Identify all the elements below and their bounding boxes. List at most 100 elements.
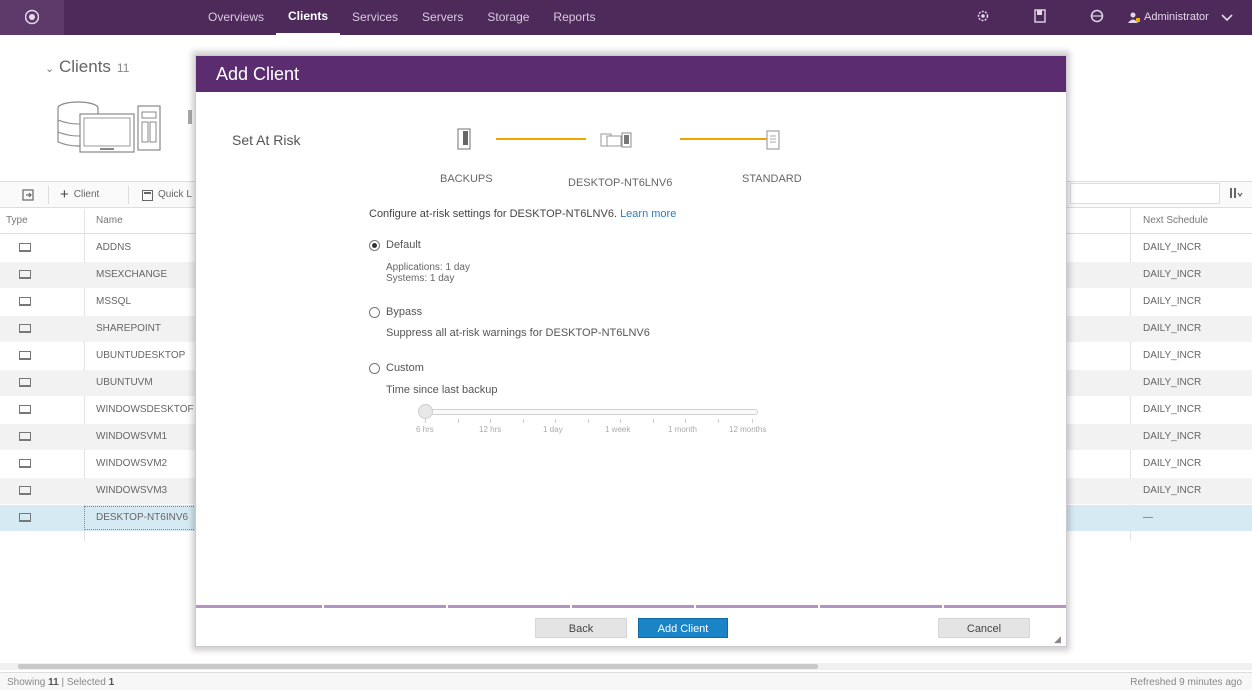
custom-radio[interactable]	[369, 362, 380, 374]
selected-count: 1	[108, 677, 115, 688]
slider-tick	[752, 419, 753, 423]
computer-icon	[19, 432, 31, 441]
slider-tick	[490, 419, 491, 423]
slider-tick	[458, 419, 459, 423]
add-client-label: Client	[73, 189, 100, 200]
add-client-submit-button[interactable]: Add Client	[638, 618, 728, 638]
computer-icon	[19, 513, 31, 522]
main-nav: Overviews Clients Services Servers Stora…	[196, 0, 607, 35]
client-name: SHAREPOINT	[96, 323, 162, 334]
quick-label: Quick L	[158, 189, 192, 200]
option-custom[interactable]: Custom	[369, 362, 424, 374]
dialog-header: Add Client	[196, 56, 1066, 92]
backups-server-icon	[457, 128, 471, 150]
next-schedule: DAILY_INCR	[1143, 242, 1202, 253]
client-name: MSEXCHANGE	[96, 269, 168, 280]
column-header-next-schedule[interactable]: Next Schedule	[1143, 215, 1208, 226]
computer-icon	[19, 486, 31, 495]
default-details: Applications: 1 day Systems: 1 day	[386, 262, 470, 284]
slider-tick	[653, 419, 654, 423]
next-schedule: DAILY_INCR	[1143, 377, 1202, 388]
app-logo[interactable]	[0, 0, 64, 35]
slider-tick	[588, 419, 589, 423]
add-client-dialog: Add Client Set At Risk BACKUPS DESKTOP-N…	[195, 55, 1067, 647]
tick-label: 1 day	[543, 425, 563, 434]
column-header-name[interactable]: Name	[96, 215, 123, 226]
custom-label: Custom	[386, 362, 424, 374]
next-schedule: DAILY_INCR	[1143, 350, 1202, 361]
step-connector	[496, 138, 586, 140]
resize-grip-icon[interactable]: ◢	[1054, 634, 1061, 645]
step-client-name: DESKTOP-NT6LNV6	[568, 177, 673, 189]
page-title[interactable]: ⌄ Clients 11	[45, 57, 129, 77]
option-default[interactable]: Default	[369, 239, 421, 251]
status-bar: Showing 11 | Selected 1 Refreshed 9 minu…	[0, 672, 1252, 690]
computer-icon	[19, 297, 31, 306]
tick-label: 1 month	[668, 425, 697, 434]
client-count: 11	[116, 61, 130, 75]
back-button[interactable]: Back	[535, 618, 627, 638]
client-name: WINDOWSVM2	[96, 458, 168, 469]
computer-icon	[19, 405, 31, 414]
backup-age-slider[interactable]	[423, 409, 758, 415]
option-bypass[interactable]: Bypass	[369, 306, 422, 318]
next-schedule: DAILY_INCR	[1143, 458, 1202, 469]
footer-progress-line	[196, 605, 1066, 608]
clients-illustration	[57, 101, 192, 153]
showing-label: Showing	[7, 677, 46, 688]
quick-link-button[interactable]: Quick L	[142, 182, 192, 208]
bypass-radio[interactable]	[369, 306, 380, 318]
slider-tick	[523, 419, 524, 423]
learn-more-link[interactable]: Learn more	[620, 208, 676, 220]
next-schedule: DAILY_INCR	[1143, 404, 1202, 415]
nav-storage[interactable]: Storage	[475, 0, 541, 35]
tick-label: 12 hrs	[479, 425, 502, 434]
next-schedule: DAILY_INCR	[1143, 296, 1202, 307]
search-input[interactable]	[1070, 183, 1220, 204]
computer-icon	[19, 351, 31, 360]
nav-overviews[interactable]: Overviews	[196, 0, 276, 35]
quick-icon	[142, 189, 153, 201]
nav-clients[interactable]: Clients	[276, 0, 341, 35]
collapse-chevron-icon: ⌄	[45, 63, 55, 75]
client-name: UBUNTUVM	[96, 377, 153, 388]
nav-reports[interactable]: Reports	[541, 0, 607, 35]
bookmark-icon[interactable]	[1034, 9, 1050, 25]
next-schedule: DAILY_INCR	[1143, 431, 1202, 442]
client-name: WINDOWSVM3	[96, 485, 168, 496]
columns-chooser-icon[interactable]	[1229, 187, 1243, 202]
user-menu[interactable]: Administrator	[1128, 0, 1233, 35]
selection-summary: Showing 11 | Selected 1	[7, 677, 114, 688]
help-globe-icon[interactable]	[1090, 9, 1106, 25]
cancel-button[interactable]: Cancel	[938, 618, 1030, 638]
add-client-button[interactable]: + Client	[60, 182, 99, 208]
horizontal-scrollbar[interactable]	[0, 663, 1252, 670]
default-radio[interactable]	[369, 239, 380, 251]
bypass-description: Suppress all at-risk warnings for DESKTO…	[386, 327, 650, 339]
current-step-label: Set At Risk	[232, 132, 301, 148]
refresh-status: Refreshed 9 minutes ago	[1130, 677, 1242, 688]
next-schedule: —	[1143, 512, 1153, 523]
dialog-title: Add Client	[216, 64, 300, 84]
computer-icon	[19, 270, 31, 279]
client-name: UBUNTUDESKTOP	[96, 350, 186, 361]
slider-tick	[425, 419, 426, 423]
column-header-type[interactable]: Type	[6, 215, 28, 226]
nav-servers[interactable]: Servers	[410, 0, 475, 35]
default-systems-text: Systems: 1 day	[386, 273, 455, 284]
client-computer-icon	[600, 132, 632, 148]
bypass-label: Bypass	[386, 306, 423, 318]
step-backups: BACKUPS	[440, 173, 493, 185]
standard-policy-icon	[766, 130, 780, 150]
client-name: WINDOWSVM1	[96, 431, 168, 442]
export-icon[interactable]	[22, 182, 34, 208]
slider-tick	[555, 419, 556, 423]
computer-icon	[19, 378, 31, 387]
next-schedule: DAILY_INCR	[1143, 485, 1202, 496]
slider-thumb[interactable]	[418, 404, 433, 419]
scrollbar-thumb[interactable]	[18, 664, 818, 669]
settings-gear-icon[interactable]	[976, 9, 992, 25]
client-name: WINDOWSDESKTOF	[96, 404, 194, 415]
configure-description: Configure at-risk settings for DESKTOP-N…	[369, 208, 676, 220]
nav-services[interactable]: Services	[340, 0, 410, 35]
